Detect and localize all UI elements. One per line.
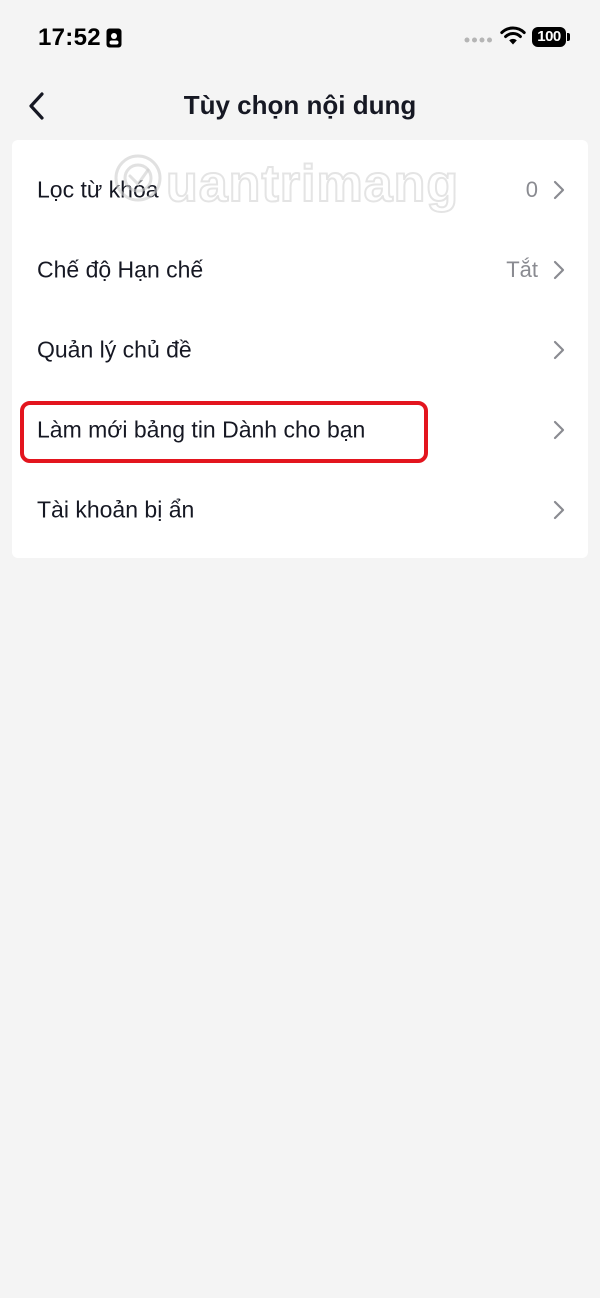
status-time: 17:52 (38, 24, 101, 51)
page-title: Tùy chọn nội dung (183, 90, 417, 120)
battery-indicator: 100 (532, 27, 572, 47)
settings-item-manage-topics[interactable]: Quản lý chủ đề (12, 310, 588, 390)
settings-item-keyword-filter[interactable]: Lọc từ khóa 0 (12, 150, 588, 230)
settings-card: Lọc từ khóa 0 Chế độ Hạn chế Tắt Quản lý… (12, 140, 588, 558)
contact-card-icon (106, 28, 122, 48)
status-bar: 17:52 100 (0, 0, 600, 76)
signal-dots-icon (464, 37, 492, 43)
nav-header: Tùy chọn nội dung (0, 76, 600, 136)
settings-item-label: Lọc từ khóa (37, 176, 159, 203)
settings-item-refresh-for-you-feed[interactable]: Làm mới bảng tin Dành cho bạn (12, 390, 588, 470)
settings-item-label: Làm mới bảng tin Dành cho bạn (37, 416, 366, 443)
settings-item-restricted-mode[interactable]: Chế độ Hạn chế Tắt (12, 230, 588, 310)
settings-item-label: Chế độ Hạn chế (37, 256, 204, 283)
battery-tip (567, 33, 570, 41)
settings-item-label: Tài khoản bị ẩn (37, 496, 195, 523)
chevron-right-icon (553, 420, 565, 440)
chevron-right-icon (553, 340, 565, 360)
chevron-right-icon (553, 260, 565, 280)
wifi-icon (500, 26, 526, 45)
settings-item-value: Tắt (506, 257, 538, 282)
battery-level: 100 (532, 27, 566, 47)
settings-item-hidden-accounts[interactable]: Tài khoản bị ẩn (12, 470, 588, 550)
chevron-right-icon (553, 500, 565, 520)
settings-item-value: 0 (525, 177, 538, 202)
chevron-right-icon (553, 180, 565, 200)
settings-item-label: Quản lý chủ đề (37, 336, 192, 363)
